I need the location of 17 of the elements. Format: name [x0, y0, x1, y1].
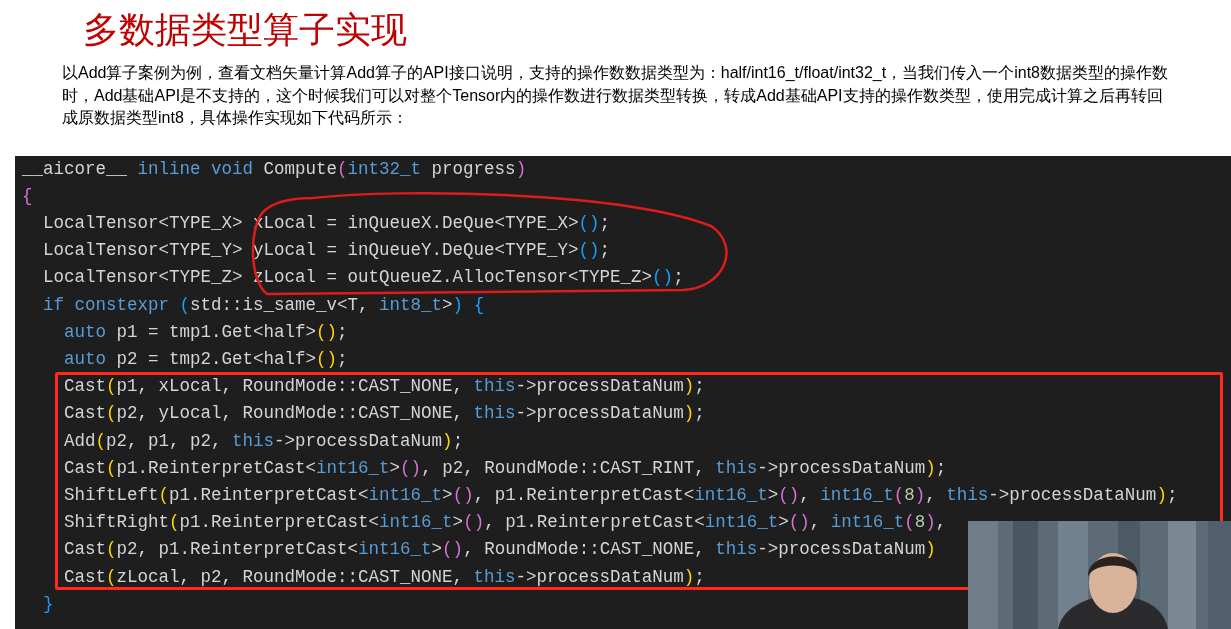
code-line: Cast(zLocal, p2, RoundMode::CAST_NONE, this->processDataNum);	[63, 565, 705, 589]
code-line: auto p1 = tmp1.Get<half>();	[63, 320, 348, 344]
code-line: LocalTensor<TYPE_Y> yLocal = inQueueY.DeQue<TYPE_Y>();	[42, 239, 611, 263]
description-paragraph: 以Add算子案例为例，查看文档矢量计算Add算子的API接口说明，支持的操作数数据类型为：half/int16_t/float/int32_t，当我们传入一个int8数据类型的操作数时，Add基础API是不支持的，这个时候我们可以对整个Tensor内的操作数进行数据类型转换，转成Add基础API支持的操作数类型，使用完成计算之后再转回成原数据类型int8，具体操作实现如下代码所示：	[62, 63, 1169, 128]
code-line: ShiftLeft(p1.ReinterpretCast<int16_t>(), p1.ReinterpretCast<int16_t>(), int16_t(8), this->processDataNum);	[63, 483, 1178, 507]
code-line: Cast(p1, xLocal, RoundMode::CAST_NONE, this->processDataNum);	[63, 375, 705, 399]
code-line: {	[22, 184, 33, 208]
code-line: auto p2 = tmp2.Get<half>();	[63, 347, 348, 371]
code-line: ShiftRight(p1.ReinterpretCast<int16_t>(), p1.ReinterpretCast<int16_t>(), int16_t(8),	[63, 511, 947, 535]
slide-title: 多数据类型算子实现	[83, 8, 407, 52]
code-line: if constexpr (std::is_same_v<T, int8_t>) {	[42, 293, 485, 317]
code-line: Cast(p2, yLocal, RoundMode::CAST_NONE, this->processDataNum);	[63, 402, 705, 426]
code-line: Add(p2, p1, p2, this->processDataNum);	[63, 429, 464, 453]
code-line: }	[42, 592, 54, 616]
code-line: Cast(p1.ReinterpretCast<int16_t>(), p2, RoundMode::CAST_RINT, this->processDataNum);	[63, 456, 947, 480]
code-line: __aicore__ inline void Compute(int32_t progress)	[22, 157, 527, 181]
code-line: Cast(p2, p1.ReinterpretCast<int16_t>(), RoundMode::CAST_NONE, this->processDataNum)	[63, 538, 936, 562]
